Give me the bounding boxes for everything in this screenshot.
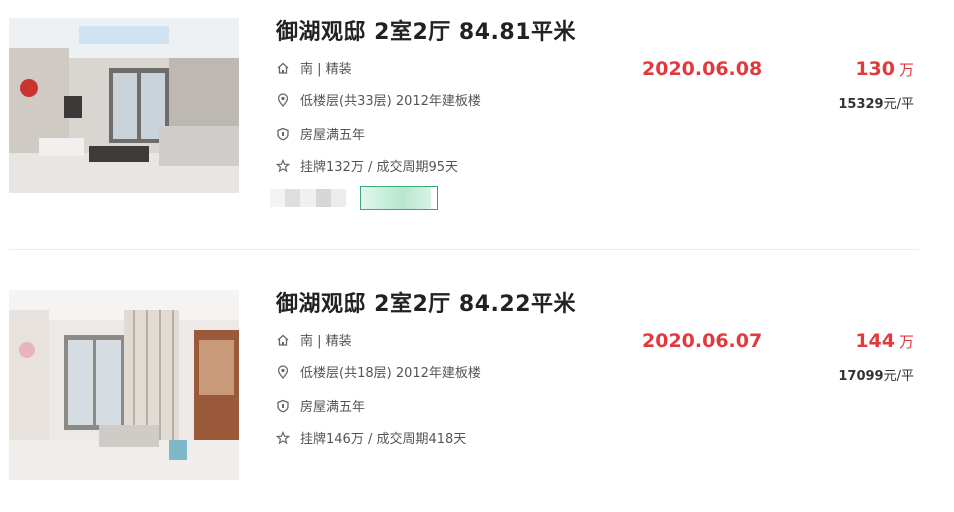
deal-text: 挂牌146万 / 成交周期418天 bbox=[300, 432, 467, 447]
unit-price-value: 17099 bbox=[838, 369, 884, 384]
orientation-text: 南 | 精装 bbox=[300, 334, 352, 349]
shield-icon bbox=[276, 127, 290, 141]
deal-date: 2020.06.08 bbox=[642, 58, 763, 80]
tag-text: 房屋满五年 bbox=[300, 400, 366, 415]
tag-badges bbox=[270, 186, 438, 210]
orientation-row: 南 | 精装 bbox=[276, 330, 352, 349]
listing-photo[interactable] bbox=[9, 290, 239, 480]
floor-text: 低楼层(共33层) 2012年建板楼 bbox=[300, 94, 481, 109]
location-pin-icon bbox=[276, 92, 290, 107]
location-pin-icon bbox=[276, 364, 290, 379]
listing-divider bbox=[9, 249, 919, 250]
total-price-unit: 万 bbox=[898, 333, 914, 351]
listing-item[interactable]: 御湖观邸 2室2厅 84.81平米 南 | 精装 低楼层(共33层) 2012年… bbox=[0, 0, 954, 250]
unit-price-value: 15329 bbox=[838, 97, 884, 112]
house-icon bbox=[276, 61, 290, 75]
orientation-row: 南 | 精装 bbox=[276, 58, 352, 77]
blurred-tag bbox=[270, 189, 347, 207]
unit-price: 17099元/平 bbox=[838, 365, 914, 384]
listing-item[interactable]: 御湖观邸 2室2厅 84.22平米 南 | 精装 低楼层(共18层) 2012年… bbox=[0, 272, 954, 512]
total-price-unit: 万 bbox=[898, 61, 914, 79]
listing-title[interactable]: 御湖观邸 2室2厅 84.22平米 bbox=[276, 286, 576, 318]
deal-date: 2020.06.07 bbox=[642, 330, 763, 352]
listing-photo[interactable] bbox=[9, 18, 239, 193]
deal-text: 挂牌132万 / 成交周期95天 bbox=[300, 160, 458, 175]
floor-row: 低楼层(共18层) 2012年建板楼 bbox=[276, 362, 481, 381]
tag-row: 房屋满五年 bbox=[276, 124, 365, 143]
star-icon bbox=[276, 430, 290, 445]
shield-icon bbox=[276, 399, 290, 413]
floor-row: 低楼层(共33层) 2012年建板楼 bbox=[276, 90, 481, 109]
tag-row: 房屋满五年 bbox=[276, 396, 365, 415]
orientation-text: 南 | 精装 bbox=[300, 62, 352, 77]
total-price-value: 130 bbox=[855, 58, 895, 80]
listing-title[interactable]: 御湖观邸 2室2厅 84.81平米 bbox=[276, 14, 576, 46]
total-price-value: 144 bbox=[855, 330, 895, 352]
deal-row: 挂牌132万 / 成交周期95天 bbox=[276, 156, 458, 175]
unit-price-suffix: 元/平 bbox=[883, 97, 914, 112]
unit-price-suffix: 元/平 bbox=[883, 369, 914, 384]
floor-text: 低楼层(共18层) 2012年建板楼 bbox=[300, 366, 481, 381]
total-price: 144 万 bbox=[855, 330, 914, 352]
blurred-green-tag bbox=[360, 186, 438, 210]
tag-text: 房屋满五年 bbox=[300, 128, 366, 143]
unit-price: 15329元/平 bbox=[838, 93, 914, 112]
house-icon bbox=[276, 333, 290, 347]
star-icon bbox=[276, 158, 290, 173]
total-price: 130 万 bbox=[855, 58, 914, 80]
deal-row: 挂牌146万 / 成交周期418天 bbox=[276, 428, 466, 447]
